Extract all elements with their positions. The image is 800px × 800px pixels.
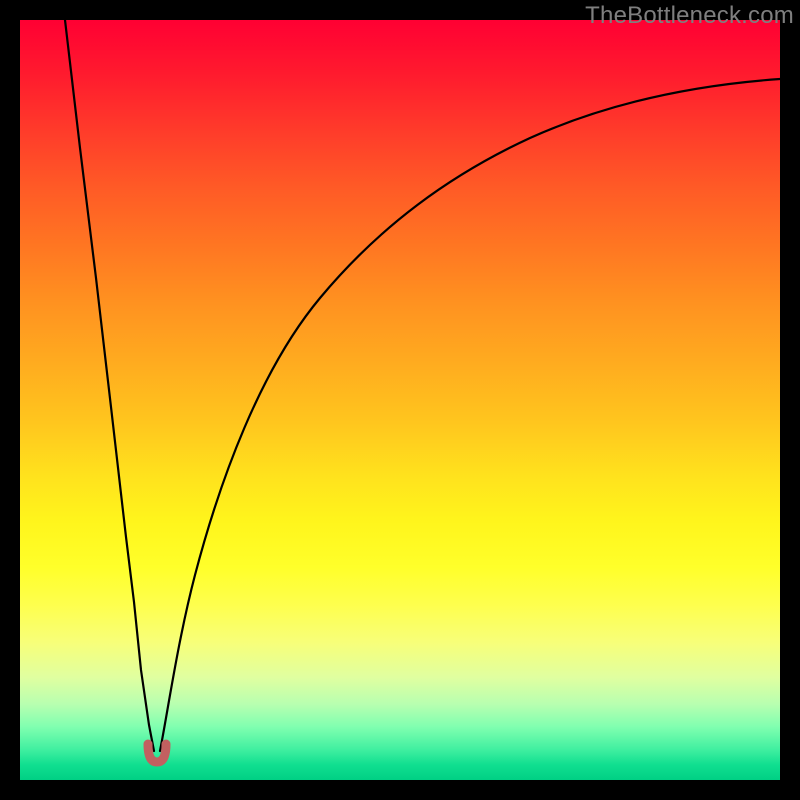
- bottleneck-curve: [20, 20, 780, 780]
- plot-area: [20, 20, 780, 780]
- curve-right-branch: [160, 79, 780, 751]
- watermark-text: TheBottleneck.com: [585, 2, 794, 30]
- optimum-marker: [148, 744, 166, 762]
- chart-frame: TheBottleneck.com: [0, 0, 800, 800]
- curve-left-branch: [65, 20, 154, 751]
